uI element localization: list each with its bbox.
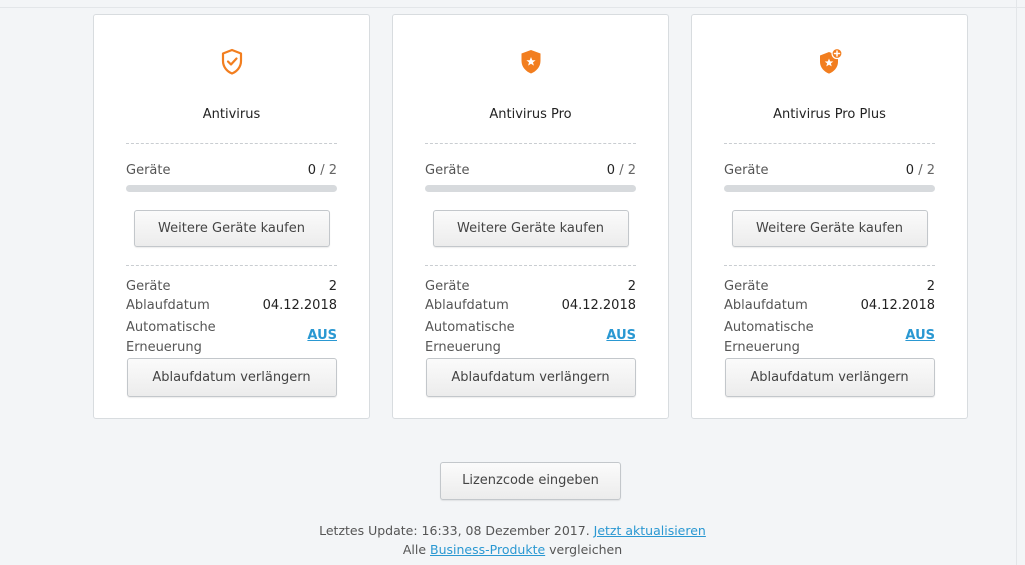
devices-label: Geräte: [425, 163, 470, 178]
expiry-label: Ablaufdatum: [425, 298, 509, 313]
info-devices-label: Geräte: [126, 279, 171, 294]
last-update-text: Letztes Update: 16:33, 08 Dezember 2017.: [319, 523, 590, 538]
extend-expiry-button[interactable]: Ablaufdatum verlängern: [126, 358, 337, 397]
expiry-value: 04.12.2018: [561, 298, 636, 313]
product-title: Antivirus Pro: [489, 107, 572, 122]
expiry-row: Ablaufdatum 04.12.2018: [425, 298, 636, 313]
extend-expiry-button[interactable]: Ablaufdatum verlängern: [425, 358, 636, 397]
auto-renewal-toggle-link[interactable]: AUS: [905, 328, 935, 343]
dashed-divider: [724, 265, 935, 266]
devices-label: Geräte: [724, 163, 769, 178]
last-update-line: Letztes Update: 16:33, 08 Dezember 2017.…: [0, 523, 1025, 538]
product-card-antivirus-pro-plus: Antivirus Pro Plus Geräte 0 / 2 Weitere …: [691, 14, 968, 419]
info-devices-row: Geräte 2: [425, 279, 636, 294]
info-devices-value: 2: [328, 279, 337, 294]
dashed-divider: [724, 143, 935, 144]
dashed-divider: [126, 265, 337, 266]
devices-progress-bar: [126, 185, 337, 192]
buy-more-devices-button[interactable]: Weitere Geräte kaufen: [133, 210, 330, 247]
devices-count: 0 / 2: [307, 163, 337, 178]
auto-renewal-label: Automatische Erneuerung: [425, 320, 515, 355]
auto-renewal-toggle-link[interactable]: AUS: [606, 328, 636, 343]
auto-renewal-label: Automatische Erneuerung: [126, 320, 216, 355]
dashed-divider: [425, 143, 636, 144]
compare-products-line: Alle Business-Produkte vergleichen: [0, 542, 1025, 557]
devices-progress-bar: [724, 185, 935, 192]
expiry-row: Ablaufdatum 04.12.2018: [724, 298, 935, 313]
extend-expiry-button[interactable]: Ablaufdatum verlängern: [724, 358, 935, 397]
enter-license-code-button[interactable]: Lizenzcode eingeben: [440, 462, 621, 500]
devices-progress-bar: [425, 185, 636, 192]
product-title: Antivirus Pro Plus: [773, 107, 886, 122]
expiry-value: 04.12.2018: [860, 298, 935, 313]
product-card-antivirus: Antivirus Geräte 0 / 2 Weitere Geräte ka…: [93, 14, 370, 419]
expiry-label: Ablaufdatum: [126, 298, 210, 313]
devices-usage-row: Geräte 0 / 2: [724, 163, 935, 178]
product-card-antivirus-pro: Antivirus Pro Geräte 0 / 2 Weitere Gerät…: [392, 14, 669, 419]
product-title: Antivirus: [202, 107, 261, 122]
shield-star-icon: [521, 50, 540, 74]
info-devices-label: Geräte: [724, 279, 769, 294]
devices-count: 0 / 2: [606, 163, 636, 178]
expiry-row: Ablaufdatum 04.12.2018: [126, 298, 337, 313]
compare-suffix: vergleichen: [549, 542, 623, 557]
dashed-divider: [126, 143, 337, 144]
buy-more-devices-button[interactable]: Weitere Geräte kaufen: [432, 210, 629, 247]
info-devices-row: Geräte 2: [724, 279, 935, 294]
info-devices-label: Geräte: [425, 279, 470, 294]
info-devices-value: 2: [926, 279, 935, 294]
devices-usage-row: Geräte 0 / 2: [425, 163, 636, 178]
auto-renewal-toggle-link[interactable]: AUS: [307, 328, 337, 343]
business-products-link[interactable]: Business-Produkte: [430, 542, 545, 557]
info-devices-value: 2: [627, 279, 636, 294]
dashed-divider: [425, 265, 636, 266]
buy-more-devices-button[interactable]: Weitere Geräte kaufen: [731, 210, 928, 247]
devices-usage-row: Geräte 0 / 2: [126, 163, 337, 178]
top-divider: [0, 7, 1025, 8]
devices-count: 0 / 2: [905, 163, 935, 178]
compare-prefix: Alle: [402, 542, 427, 557]
refresh-now-link[interactable]: Jetzt aktualisieren: [594, 523, 706, 538]
devices-label: Geräte: [126, 163, 171, 178]
shield-check-outline-icon: [221, 48, 242, 75]
shield-star-plus-icon: [819, 48, 843, 74]
right-divider: [1016, 0, 1017, 565]
expiry-value: 04.12.2018: [262, 298, 337, 313]
expiry-label: Ablaufdatum: [724, 298, 808, 313]
info-devices-row: Geräte 2: [126, 279, 337, 294]
auto-renewal-label: Automatische Erneuerung: [724, 320, 814, 355]
